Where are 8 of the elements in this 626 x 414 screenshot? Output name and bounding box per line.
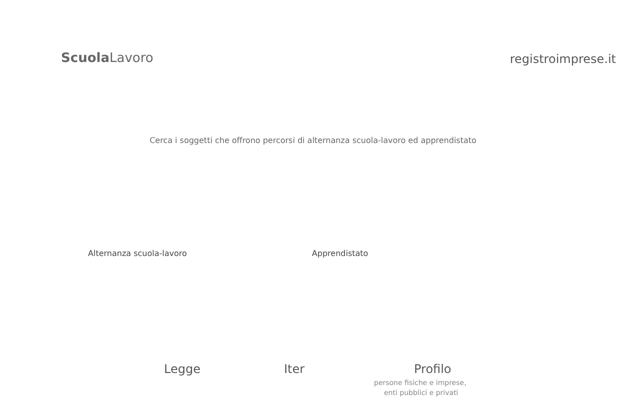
logo[interactable]: ScuolaLavoro [61, 49, 154, 68]
intro-text: Cerca i soggetti che offrono percorsi di alternanza scuola-lavoro ed apprendistato [150, 134, 476, 146]
category-link[interactable]: Alternanza scuola-lavoro [88, 248, 187, 260]
category-link[interactable]: Apprendistato [312, 248, 368, 260]
footer-link[interactable]: Profilo [414, 360, 452, 378]
footer-link[interactable]: Legge [164, 360, 200, 378]
registry-link[interactable]: registroimprese.it [510, 50, 616, 68]
footer-link[interactable]: Iter [284, 360, 305, 378]
